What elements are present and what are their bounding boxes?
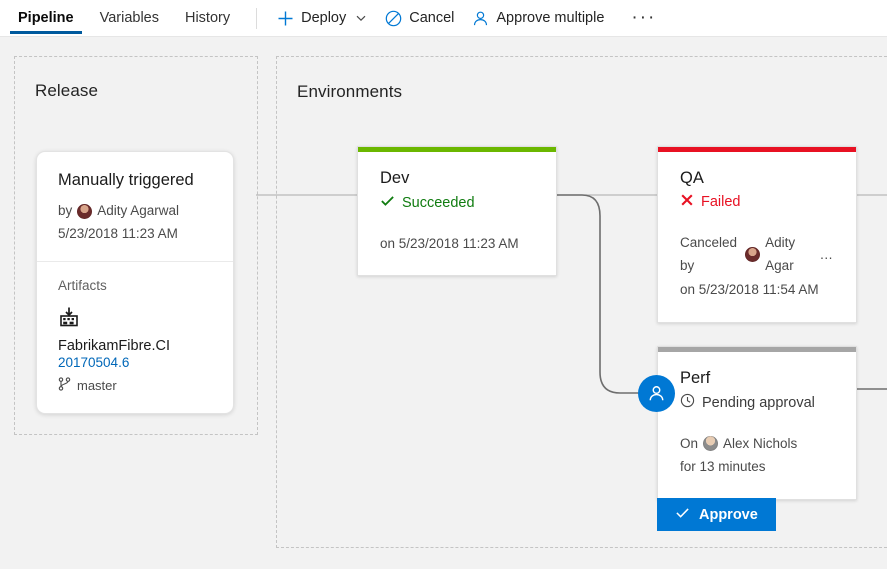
release-card-artifacts: Artifacts FabrikamFibre.CI 20170504.6 bbox=[37, 262, 233, 413]
release-timestamp: 5/23/2018 11:23 AM bbox=[58, 223, 212, 246]
cancel-button[interactable]: Cancel bbox=[376, 0, 463, 37]
cancel-label: Cancel bbox=[409, 10, 454, 26]
branch-icon bbox=[58, 377, 71, 394]
tab-variables-label: Variables bbox=[100, 10, 159, 26]
person-icon bbox=[472, 10, 489, 27]
avatar bbox=[703, 436, 718, 451]
environment-canceled-by: Canceled by Adity Agar … bbox=[680, 231, 834, 278]
tab-variables[interactable]: Variables bbox=[87, 0, 172, 37]
on-prefix-label: On bbox=[680, 432, 698, 456]
approve-button[interactable]: Approve bbox=[657, 498, 776, 531]
approver-name: Alex Nichols bbox=[723, 432, 797, 456]
deploy-label: Deploy bbox=[301, 10, 346, 26]
environments-panel-title: Environments bbox=[297, 82, 402, 102]
release-card-header: Manually triggered by Adity Agarwal 5/23… bbox=[37, 152, 233, 261]
tab-history-label: History bbox=[185, 10, 230, 26]
avatar bbox=[745, 247, 760, 262]
environment-timestamp: on 5/23/2018 11:54 AM bbox=[680, 278, 834, 302]
truncation-ellipsis: … bbox=[820, 243, 835, 267]
release-trigger-title: Manually triggered bbox=[58, 171, 212, 189]
clock-icon bbox=[680, 393, 695, 414]
artifact-branch: master bbox=[58, 377, 212, 394]
approve-multiple-label: Approve multiple bbox=[496, 10, 604, 26]
approve-multiple-button[interactable]: Approve multiple bbox=[463, 0, 613, 37]
environment-card-body: QA Failed Canceled by Adity Agar … on 5/… bbox=[658, 152, 856, 322]
artifacts-label: Artifacts bbox=[58, 278, 212, 293]
environment-card-body: Perf Pending approval On Alex Nichols fo… bbox=[658, 352, 856, 499]
by-prefix-label: by bbox=[58, 200, 72, 223]
environment-approver: On Alex Nichols bbox=[680, 432, 834, 456]
chevron-down-icon bbox=[355, 12, 367, 24]
environment-timestamp: on 5/23/2018 11:23 AM bbox=[380, 232, 534, 256]
tab-pipeline-label: Pipeline bbox=[18, 10, 74, 26]
environment-card-dev[interactable]: Dev Succeeded on 5/23/2018 11:23 AM bbox=[357, 146, 557, 276]
canceled-by-prefix: Canceled by bbox=[680, 231, 740, 278]
status-label: Pending approval bbox=[702, 394, 815, 413]
status-badge: Succeeded bbox=[380, 193, 534, 214]
more-options-button[interactable]: ··· bbox=[621, 0, 666, 37]
plus-icon bbox=[277, 10, 294, 27]
cross-icon bbox=[680, 193, 694, 213]
environment-name: Dev bbox=[380, 169, 534, 188]
build-artifact-icon bbox=[58, 315, 80, 331]
canceled-by-user: Adity Agar bbox=[765, 231, 814, 278]
checkmark-icon bbox=[675, 505, 690, 524]
approve-button-label: Approve bbox=[699, 507, 758, 523]
status-badge: Pending approval bbox=[680, 393, 834, 414]
top-toolbar: Pipeline Variables History Deploy Cancel bbox=[0, 0, 887, 37]
environment-name: Perf bbox=[680, 369, 834, 388]
branch-name: master bbox=[77, 378, 117, 393]
approval-pending-badge[interactable] bbox=[638, 375, 675, 412]
status-badge: Failed bbox=[680, 193, 834, 213]
cancel-icon bbox=[385, 10, 402, 27]
tab-history[interactable]: History bbox=[172, 0, 243, 37]
tab-pipeline[interactable]: Pipeline bbox=[5, 0, 87, 37]
environment-card-perf[interactable]: Perf Pending approval On Alex Nichols fo… bbox=[657, 346, 857, 500]
environment-name: QA bbox=[680, 169, 834, 188]
environment-duration: for 13 minutes bbox=[680, 455, 834, 479]
artifact-version-link[interactable]: 20170504.6 bbox=[58, 355, 212, 370]
artifact-name: FabrikamFibre.CI bbox=[58, 338, 212, 354]
release-user-name: Adity Agarwal bbox=[97, 200, 179, 223]
environment-card-qa[interactable]: QA Failed Canceled by Adity Agar … on 5/… bbox=[657, 146, 857, 323]
release-panel-title: Release bbox=[35, 81, 98, 101]
environment-card-body: Dev Succeeded on 5/23/2018 11:23 AM bbox=[358, 152, 556, 275]
deploy-button[interactable]: Deploy bbox=[268, 0, 376, 37]
release-card[interactable]: Manually triggered by Adity Agarwal 5/23… bbox=[36, 151, 234, 414]
toolbar-divider bbox=[256, 8, 257, 29]
person-icon bbox=[647, 384, 666, 403]
avatar bbox=[77, 204, 92, 219]
checkmark-icon bbox=[380, 193, 395, 214]
release-triggered-by: by Adity Agarwal bbox=[58, 200, 212, 223]
status-label: Failed bbox=[701, 193, 741, 212]
status-label: Succeeded bbox=[402, 194, 475, 213]
